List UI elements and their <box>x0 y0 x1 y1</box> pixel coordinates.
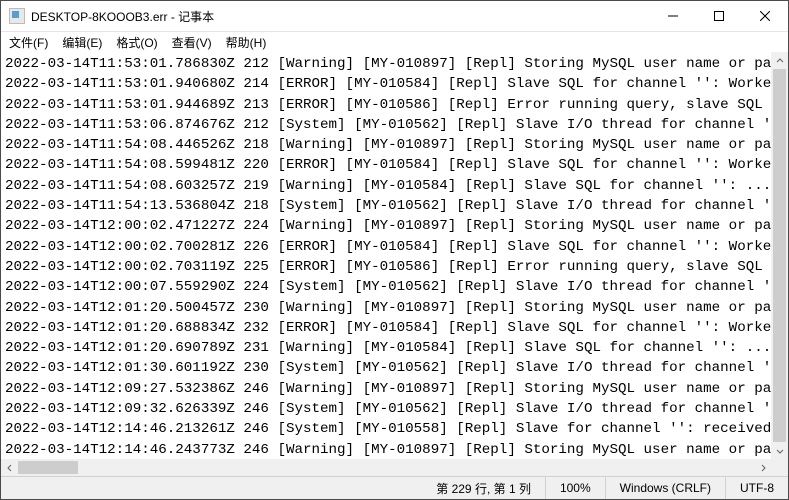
editor-area: 2022-03-14T11:53:01.786830Z 212 [Warning… <box>1 52 788 476</box>
horizontal-scroll-thumb[interactable] <box>18 461 78 474</box>
log-line: 2022-03-14T12:01:20.690789Z 231 [Warning… <box>5 338 767 358</box>
log-line: 2022-03-14T12:00:02.700281Z 226 [ERROR] … <box>5 237 767 257</box>
maximize-button[interactable] <box>696 1 742 31</box>
status-cursor: 第 229 行, 第 1 列 <box>422 477 545 499</box>
status-line-ending: Windows (CRLF) <box>605 477 725 499</box>
statusbar: 第 229 行, 第 1 列 100% Windows (CRLF) UTF-8 <box>1 476 788 499</box>
close-button[interactable] <box>742 1 788 31</box>
scroll-left-button[interactable] <box>1 459 18 476</box>
horizontal-scrollbar[interactable] <box>1 459 771 476</box>
menu-file[interactable]: 文件(F) <box>3 33 54 52</box>
horizontal-scroll-track[interactable] <box>18 459 754 476</box>
vertical-scroll-track[interactable] <box>771 69 788 442</box>
log-line: 2022-03-14T12:09:32.626339Z 246 [System]… <box>5 399 767 419</box>
menu-edit[interactable]: 编辑(E) <box>56 33 108 52</box>
minimize-icon <box>668 11 678 21</box>
chevron-up-icon <box>776 57 784 65</box>
window-controls <box>650 1 788 31</box>
status-encoding: UTF-8 <box>725 477 788 499</box>
menu-help[interactable]: 帮助(H) <box>220 33 273 52</box>
scroll-down-button[interactable] <box>771 442 788 459</box>
scroll-right-button[interactable] <box>754 459 771 476</box>
text-content[interactable]: 2022-03-14T11:53:01.786830Z 212 [Warning… <box>1 52 771 459</box>
log-line: 2022-03-14T11:54:08.603257Z 219 [Warning… <box>5 176 767 196</box>
notepad-icon <box>9 8 25 24</box>
log-line: 2022-03-14T12:14:46.243773Z 246 [Warning… <box>5 440 767 459</box>
maximize-icon <box>714 11 724 21</box>
chevron-down-icon <box>776 447 784 455</box>
vertical-scrollbar[interactable] <box>771 52 788 459</box>
log-line: 2022-03-14T12:00:02.471227Z 224 [Warning… <box>5 216 767 236</box>
status-zoom: 100% <box>545 477 605 499</box>
log-line: 2022-03-14T11:53:06.874676Z 212 [System]… <box>5 115 767 135</box>
close-icon <box>760 11 770 21</box>
scroll-up-button[interactable] <box>771 52 788 69</box>
log-line: 2022-03-14T11:53:01.944689Z 213 [ERROR] … <box>5 95 767 115</box>
log-line: 2022-03-14T11:54:08.599481Z 220 [ERROR] … <box>5 155 767 175</box>
chevron-right-icon <box>759 464 767 472</box>
menubar: 文件(F) 编辑(E) 格式(O) 查看(V) 帮助(H) <box>1 32 788 52</box>
log-line: 2022-03-14T12:00:07.559290Z 224 [System]… <box>5 277 767 297</box>
minimize-button[interactable] <box>650 1 696 31</box>
vertical-scroll-thumb[interactable] <box>773 69 786 442</box>
menu-format[interactable]: 格式(O) <box>110 33 163 52</box>
log-line: 2022-03-14T12:00:02.703119Z 225 [ERROR] … <box>5 257 767 277</box>
log-line: 2022-03-14T12:01:20.688834Z 232 [ERROR] … <box>5 318 767 338</box>
log-line: 2022-03-14T12:01:30.601192Z 230 [System]… <box>5 358 767 378</box>
log-line: 2022-03-14T11:54:08.446526Z 218 [Warning… <box>5 135 767 155</box>
log-line: 2022-03-14T11:53:01.786830Z 212 [Warning… <box>5 54 767 74</box>
log-line: 2022-03-14T11:53:01.940680Z 214 [ERROR] … <box>5 74 767 94</box>
scroll-corner <box>771 459 788 476</box>
menu-view[interactable]: 查看(V) <box>166 33 218 52</box>
titlebar[interactable]: DESKTOP-8KOOOB3.err - 记事本 <box>1 1 788 32</box>
log-line: 2022-03-14T12:01:20.500457Z 230 [Warning… <box>5 298 767 318</box>
window-title: DESKTOP-8KOOOB3.err - 记事本 <box>31 8 650 25</box>
notepad-window: DESKTOP-8KOOOB3.err - 记事本 文件(F) 编辑(E) 格式… <box>0 0 789 500</box>
log-line: 2022-03-14T11:54:13.536804Z 218 [System]… <box>5 196 767 216</box>
log-line: 2022-03-14T12:14:46.213261Z 246 [System]… <box>5 419 767 439</box>
log-line: 2022-03-14T12:09:27.532386Z 246 [Warning… <box>5 379 767 399</box>
chevron-left-icon <box>6 464 14 472</box>
